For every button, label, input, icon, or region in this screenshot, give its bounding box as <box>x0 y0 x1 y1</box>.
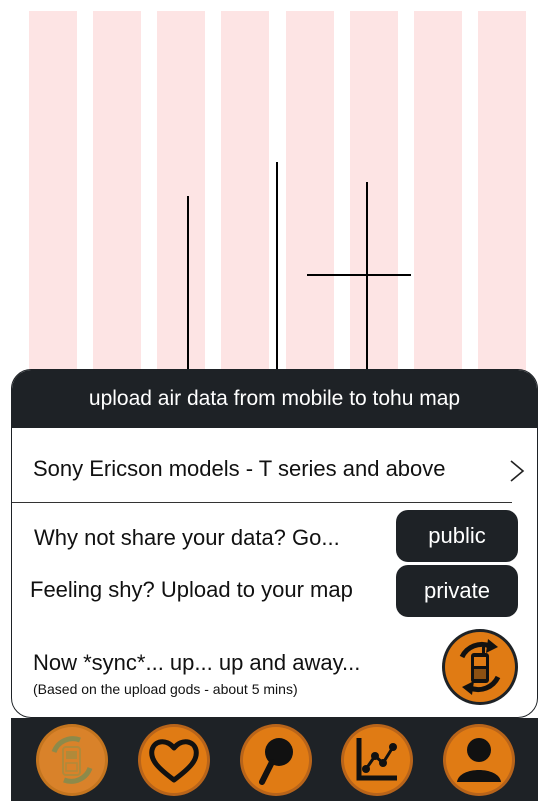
stripe <box>286 11 334 380</box>
stripe <box>157 11 205 380</box>
marker-line <box>276 162 278 380</box>
marker-line <box>187 196 189 380</box>
marker-crossbar <box>307 274 411 276</box>
sync-label: Now *sync*... up... up and away... <box>33 650 361 675</box>
public-button[interactable]: public <box>396 510 518 562</box>
chevron-right-icon <box>510 460 525 482</box>
sync-phone-icon <box>442 629 518 705</box>
stripe <box>414 11 462 380</box>
private-button[interactable]: private <box>396 565 518 617</box>
background-stripes <box>0 0 538 380</box>
sync-note: (Based on the upload gods - about 5 mins… <box>33 681 298 697</box>
panel-header: upload air data from mobile to tohu map <box>12 370 537 428</box>
nav-profile[interactable] <box>441 722 517 798</box>
models-label: Sony Ericson models - T series and above <box>33 456 446 481</box>
private-prompt: Feeling shy? Upload to your map <box>30 577 353 602</box>
sync-button[interactable] <box>440 627 520 707</box>
public-prompt: Why not share your data? Go... <box>34 525 340 550</box>
map-pin-icon <box>240 724 312 796</box>
stripe <box>478 11 526 380</box>
user-icon <box>443 724 515 796</box>
upload-panel: upload air data from mobile to tohu map … <box>11 369 538 718</box>
stripe <box>29 11 77 380</box>
stripe <box>350 11 398 380</box>
nav-favorites[interactable] <box>136 722 212 798</box>
bottom-nav <box>11 718 538 801</box>
stripe <box>221 11 269 380</box>
nav-chart[interactable] <box>339 722 415 798</box>
marker-line <box>366 182 368 380</box>
models-row[interactable]: Sony Ericson models - T series and above <box>12 440 525 503</box>
nav-map[interactable] <box>238 722 314 798</box>
panel-title: upload air data from mobile to tohu map <box>88 387 461 410</box>
stripe <box>93 11 141 380</box>
chart-icon <box>341 724 413 796</box>
heart-icon <box>138 724 210 796</box>
mobile-sync-icon <box>36 724 108 796</box>
nav-mobile-sync[interactable] <box>34 722 110 798</box>
